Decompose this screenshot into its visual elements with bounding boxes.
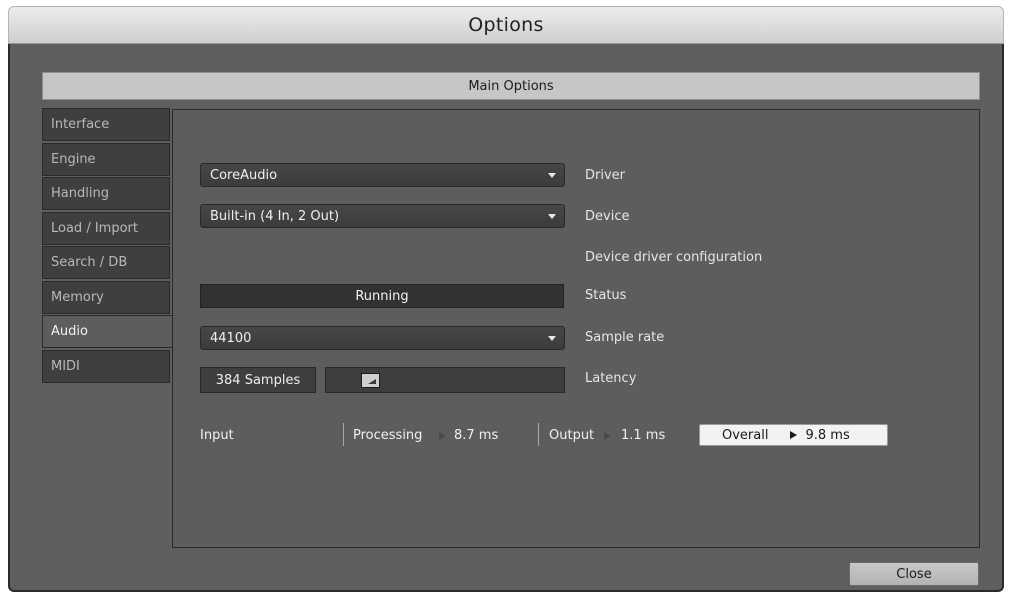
input-label: Input xyxy=(200,428,234,443)
play-arrow-icon xyxy=(790,431,798,439)
chevron-down-icon xyxy=(548,336,556,341)
options-tabs: Interface Engine Handling Load / Import … xyxy=(42,108,173,384)
tab-search-db[interactable]: Search / DB xyxy=(42,246,170,279)
overall-latency-display: Overall 9.8 ms xyxy=(699,424,888,446)
processing-value: 8.7 ms xyxy=(454,428,499,443)
device-dropdown[interactable]: Built-in (4 In, 2 Out) xyxy=(200,204,565,228)
output-label: Output xyxy=(549,428,595,443)
chevron-down-icon xyxy=(548,173,556,178)
title-bar: Options xyxy=(8,6,1004,44)
tab-engine[interactable]: Engine xyxy=(42,142,170,176)
device-label: Device xyxy=(585,209,630,224)
latency-value: 384 Samples xyxy=(215,372,301,388)
tab-audio[interactable]: Audio xyxy=(42,315,173,348)
latency-slider-handle[interactable] xyxy=(361,373,380,388)
play-arrow-icon xyxy=(604,432,611,440)
overall-value: 9.8 ms xyxy=(805,427,850,443)
main-options-header: Main Options xyxy=(42,72,980,100)
sample-rate-value: 44100 xyxy=(210,330,252,346)
overall-label: Overall xyxy=(722,427,769,443)
latency-slider[interactable] xyxy=(325,367,565,393)
output-value: 1.1 ms xyxy=(621,428,666,443)
tab-interface[interactable]: Interface xyxy=(42,108,170,141)
sample-rate-dropdown[interactable]: 44100 xyxy=(200,326,565,350)
window-title: Options xyxy=(468,14,544,36)
divider xyxy=(538,423,539,446)
device-value: Built-in (4 In, 2 Out) xyxy=(210,208,340,224)
driver-dropdown[interactable]: CoreAudio xyxy=(200,163,565,187)
status-display: Running xyxy=(200,284,564,308)
play-arrow-icon xyxy=(439,432,446,440)
close-button[interactable]: Close xyxy=(849,562,979,586)
status-value: Running xyxy=(355,288,409,304)
driver-label: Driver xyxy=(585,168,626,183)
latency-label: Latency xyxy=(585,371,637,386)
status-label: Status xyxy=(585,288,627,303)
latency-value-box: 384 Samples xyxy=(200,367,316,393)
sample-rate-label: Sample rate xyxy=(585,330,665,345)
processing-label: Processing xyxy=(353,428,423,443)
tab-midi[interactable]: MIDI xyxy=(42,349,170,383)
chevron-down-icon xyxy=(548,214,556,219)
main-options-title: Main Options xyxy=(468,78,554,94)
tab-memory[interactable]: Memory xyxy=(42,280,170,314)
tab-handling[interactable]: Handling xyxy=(42,177,170,210)
driver-value: CoreAudio xyxy=(210,167,278,183)
tab-load-import[interactable]: Load / Import xyxy=(42,211,170,245)
divider xyxy=(343,423,344,446)
device-driver-configuration-link[interactable]: Device driver configuration xyxy=(585,250,762,265)
